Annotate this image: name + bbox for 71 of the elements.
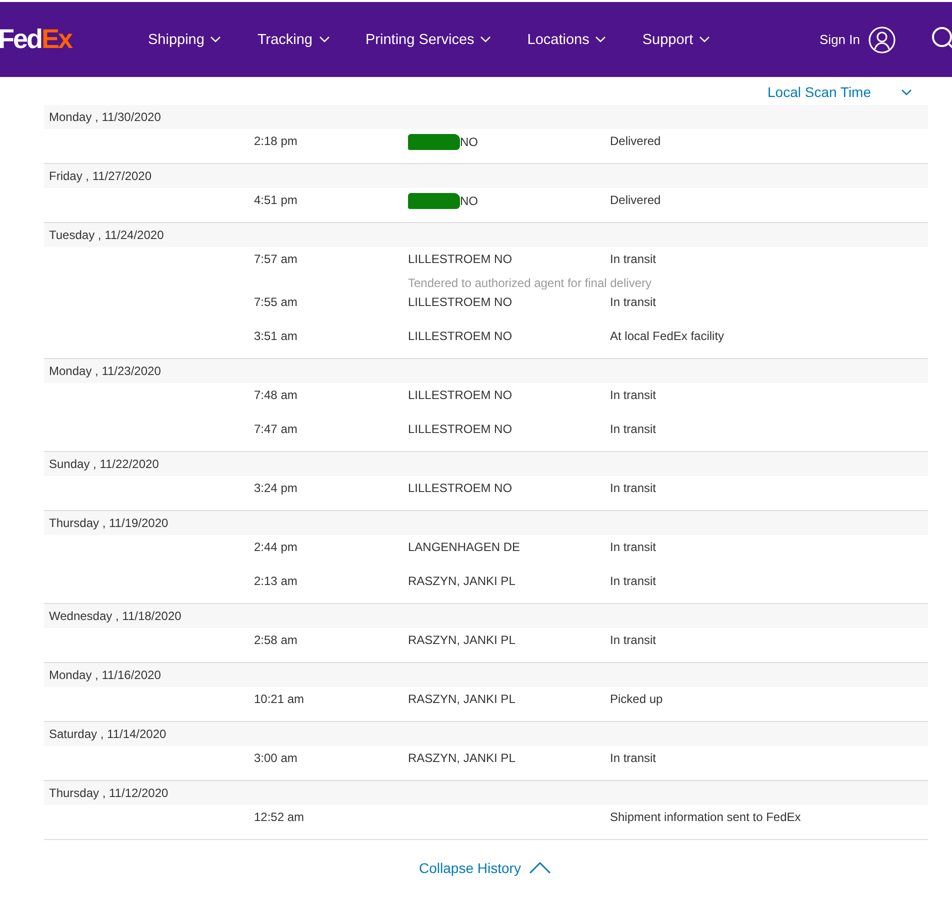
event-time: 2:18 pm bbox=[254, 134, 298, 150]
date-header: Sunday , 11/22/2020 bbox=[44, 452, 928, 476]
event-location: NO bbox=[460, 135, 478, 149]
event-location: LILLESTROEM NO bbox=[408, 388, 512, 402]
nav-menu-item[interactable]: Support bbox=[642, 32, 710, 48]
redaction-mark bbox=[408, 193, 460, 209]
event-location: RASZYN, JANKI PL bbox=[408, 633, 516, 647]
event-location: LILLESTROEM NO bbox=[408, 329, 512, 343]
event-status: In transit bbox=[610, 422, 658, 436]
event-location: RASZYN, JANKI PL bbox=[408, 692, 516, 706]
date-header: Monday , 11/16/2020 bbox=[44, 663, 928, 687]
chevron-up-icon bbox=[528, 862, 551, 874]
event-status: In transit bbox=[610, 751, 658, 765]
chevron-down-icon bbox=[210, 36, 222, 43]
nav-menu-item[interactable]: Locations bbox=[527, 32, 606, 48]
chevron-down-icon bbox=[699, 36, 710, 43]
event-status: In transit bbox=[610, 540, 658, 554]
nav-menu-item[interactable]: Printing Services bbox=[366, 32, 492, 48]
event-time: 7:48 am bbox=[254, 388, 298, 402]
event-time: 3:51 am bbox=[254, 329, 298, 343]
redaction-mark bbox=[408, 134, 460, 150]
event-status: Shipment information sent to FedEx bbox=[610, 810, 802, 824]
event-time: 2:44 pm bbox=[254, 540, 298, 554]
event-time: 2:13 am bbox=[254, 574, 298, 588]
event-status: In transit bbox=[610, 481, 658, 495]
event-status: At local FedEx facility bbox=[610, 329, 726, 343]
event-status: In transit bbox=[610, 574, 658, 588]
fedex-logo[interactable]: FedEx bbox=[0, 24, 148, 55]
date-header: Monday , 11/23/2020 bbox=[44, 359, 928, 383]
event-status: Delivered bbox=[610, 134, 662, 150]
nav-menu-item[interactable]: Tracking bbox=[257, 32, 330, 48]
date-header: Tuesday , 11/24/2020 bbox=[44, 223, 928, 247]
event-location: NO bbox=[460, 194, 478, 208]
event-location: LILLESTROEM NO bbox=[408, 422, 512, 436]
collapse-history-link[interactable]: Collapse History bbox=[419, 860, 551, 876]
event-status: In transit bbox=[610, 388, 658, 402]
date-header: Saturday , 11/14/2020 bbox=[44, 722, 928, 746]
event-time: 2:58 am bbox=[254, 633, 298, 647]
nav-menu-item[interactable]: Shipping bbox=[148, 32, 222, 48]
chevron-down-icon bbox=[901, 88, 912, 96]
event-time: 3:00 am bbox=[254, 751, 298, 765]
event-location: RASZYN, JANKI PL bbox=[408, 574, 516, 588]
event-time: 7:55 am bbox=[254, 295, 298, 309]
event-location: LILLESTROEM NO bbox=[408, 295, 512, 309]
event-status: Picked up bbox=[610, 692, 664, 706]
event-location: LILLESTROEM NO bbox=[408, 252, 512, 266]
user-icon bbox=[868, 26, 896, 54]
event-location: LILLESTROEM NO bbox=[408, 481, 512, 495]
event-location: LANGENHAGEN DE bbox=[408, 540, 520, 554]
chevron-down-icon bbox=[318, 36, 330, 43]
date-header: Friday , 11/27/2020 bbox=[44, 164, 928, 188]
event-time: 7:47 am bbox=[254, 422, 298, 436]
event-status: In transit bbox=[610, 633, 658, 647]
chevron-down-icon bbox=[480, 36, 492, 43]
event-note: Tendered to authorized agent for final delivery bbox=[408, 276, 652, 290]
date-header: Monday , 11/30/2020 bbox=[44, 105, 928, 129]
sign-in-link[interactable]: Sign In bbox=[820, 26, 896, 54]
event-status: In transit bbox=[610, 252, 658, 266]
event-time: 3:24 pm bbox=[254, 481, 298, 495]
event-status: In transit bbox=[610, 295, 658, 309]
event-time: 7:57 am bbox=[254, 252, 298, 266]
sort-dropdown[interactable]: Local Scan Time bbox=[768, 84, 912, 100]
date-header: Thursday , 11/19/2020 bbox=[44, 511, 928, 535]
event-location: RASZYN, JANKI PL bbox=[408, 751, 516, 765]
event-status: Delivered bbox=[610, 193, 662, 209]
chevron-down-icon bbox=[595, 36, 606, 43]
event-time: 12:52 am bbox=[254, 810, 306, 824]
date-header: Thursday , 11/12/2020 bbox=[44, 781, 928, 805]
event-time: 10:21 am bbox=[254, 692, 306, 706]
event-time: 4:51 pm bbox=[254, 193, 298, 209]
date-header: Wednesday , 11/18/2020 bbox=[44, 604, 928, 628]
